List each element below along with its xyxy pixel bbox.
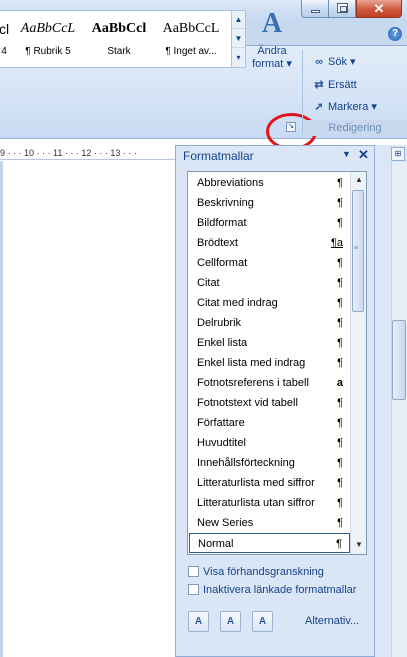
paragraph-mark-icon: ¶ — [337, 397, 343, 409]
style-item-delrubrik[interactable]: Delrubrik ¶ — [189, 313, 350, 333]
gallery-scroller: ▲ ▼ ▾ — [231, 10, 246, 68]
replace-button[interactable]: ⇄ Ersätt — [310, 78, 356, 96]
style-item-beskrivning[interactable]: Beskrivning ¶ — [189, 193, 350, 213]
paragraph-mark-icon: ¶ — [337, 297, 343, 309]
paragraph-mark-icon: ¶ — [337, 497, 343, 509]
show-preview-checkbox[interactable]: Visa förhandsgranskning — [188, 566, 324, 578]
new-style-icon: A — [194, 616, 203, 627]
quick-style-partial[interactable]: cl 4 — [0, 15, 11, 65]
scroll-up-button[interactable]: ▲ — [352, 173, 366, 187]
quick-style-rubrik-5[interactable]: AaBbCcL ¶ Rubrik 5 — [15, 15, 81, 65]
style-item-enkel-lista[interactable]: Enkel lista ¶ — [189, 333, 350, 353]
close-icon: ✕ — [373, 1, 385, 16]
paragraph-mark-icon: ¶ — [337, 257, 343, 269]
styles-pane-title: Formatmallar — [183, 149, 254, 163]
gallery-more-button[interactable]: ▾ — [232, 49, 245, 67]
pane-menu-icon[interactable]: ▼ — [342, 149, 351, 159]
quick-style-sample: cl — [0, 21, 10, 37]
paragraph-mark-icon: ¶ — [337, 217, 343, 229]
maximize-button[interactable] — [329, 0, 356, 18]
select-button[interactable]: ➚ Markera ▾ — [310, 100, 377, 118]
document-page[interactable] — [0, 161, 174, 657]
style-list: Abbreviations ¶ Beskrivning ¶ Bildformat ¶ … — [187, 171, 367, 555]
paragraph-mark-icon: ¶ — [337, 317, 343, 329]
paragraph-mark-icon: ¶ — [337, 517, 343, 529]
cursor-icon: ➚ — [314, 101, 324, 113]
scroll-down-button[interactable]: ▼ — [352, 538, 366, 552]
style-item-forfattare[interactable]: Författare ¶ — [189, 413, 350, 433]
character-style-icon: a — [336, 377, 343, 389]
restore-icon — [337, 3, 348, 13]
style-item-bildformat[interactable]: Bildformat ¶ — [189, 213, 350, 233]
checkbox[interactable] — [188, 566, 199, 577]
style-item-innehallsforteckning[interactable]: Innehållsförteckning ¶ — [189, 453, 350, 473]
binoculars-icon: ∞ — [315, 56, 323, 68]
style-item-enkel-lista-med-indrag[interactable]: Enkel lista med indrag ¶ — [189, 353, 350, 373]
scroll-grip-icon: ≡ — [354, 245, 359, 252]
minimize-button[interactable] — [301, 0, 329, 18]
quick-style-sample: AaBbCcl — [91, 21, 147, 36]
paragraph-mark-icon: ¶ — [337, 277, 343, 289]
view-ruler-icon[interactable]: ⊞ — [391, 147, 405, 161]
manage-styles-icon: A — [258, 616, 267, 627]
style-inspector-button[interactable]: A — [220, 611, 241, 632]
paragraph-mark-icon: ¶ — [337, 177, 343, 189]
gallery-up-button[interactable]: ▲ — [232, 11, 245, 29]
paragraph-mark-icon: ¶ — [337, 357, 343, 369]
style-item-citat[interactable]: Citat ¶ — [189, 273, 350, 293]
change-styles-icon: A — [261, 8, 283, 39]
quick-style-sample: AaBbCcL — [162, 21, 220, 36]
editing-group-label: Redigering — [303, 120, 407, 136]
quick-style-inget-avstand[interactable]: AaBbCcL ¶ Inget av... — [157, 15, 225, 65]
pane-close-icon[interactable]: ✕ — [358, 147, 369, 163]
style-item-fotnotsreferens[interactable]: Fotnotsreferens i tabell a — [189, 373, 350, 393]
paragraph-mark-icon: ¶ — [337, 197, 343, 209]
style-item-cellformat[interactable]: Cellformat ¶ — [189, 253, 350, 273]
style-item-fotnotstext[interactable]: Fotnotstext vid tabell ¶ — [189, 393, 350, 413]
change-styles-label: Ändra format ▾ — [252, 45, 292, 70]
style-item-citat-med-indrag[interactable]: Citat med indrag ¶ — [189, 293, 350, 313]
gallery-down-button[interactable]: ▼ — [232, 30, 245, 48]
style-item-abbreviations[interactable]: Abbreviations ¶ — [189, 173, 350, 193]
replace-icon: ⇄ — [314, 79, 324, 91]
style-item-new-series[interactable]: New Series ¶ — [189, 513, 350, 533]
checkbox[interactable] — [188, 584, 199, 595]
document-scroll-thumb[interactable] — [392, 320, 406, 400]
horizontal-ruler[interactable]: 9 · · · 10 · · · 11 · · · 12 · · · 13 · … — [0, 146, 181, 160]
help-icon[interactable]: ? — [388, 27, 402, 41]
style-item-litteraturlista-utan-siffror[interactable]: Litteraturlista utan siffror ¶ — [189, 493, 350, 513]
document-scrollbar[interactable] — [391, 162, 407, 657]
disable-linked-styles-checkbox[interactable]: Inaktivera länkade formatmallar — [188, 584, 356, 596]
paragraph-mark-icon: ¶ — [337, 337, 343, 349]
quick-style-sample: AaBbCcL — [20, 21, 76, 36]
style-item-normal[interactable]: Normal ¶ — [189, 533, 350, 553]
find-button[interactable]: ∞ Sök ▾ — [310, 55, 355, 73]
close-button[interactable]: ✕ — [356, 0, 402, 18]
paragraph-mark-icon: ¶ — [337, 457, 343, 469]
paragraph-mark-icon: ¶ — [337, 417, 343, 429]
style-item-litteraturlista-med-siffror[interactable]: Litteraturlista med siffror ¶ — [189, 473, 350, 493]
style-item-huvudtitel[interactable]: Huvudtitel ¶ — [189, 433, 350, 453]
quick-style-stark[interactable]: AaBbCcl Stark — [85, 15, 153, 65]
minimize-icon — [311, 10, 320, 13]
style-item-brodtext[interactable]: Brödtext ¶a — [189, 233, 350, 253]
paragraph-mark-icon: ¶ — [337, 477, 343, 489]
quick-style-label: ¶ Inget av... — [165, 46, 217, 57]
quick-styles-gallery: cl 4 AaBbCcL ¶ Rubrik 5 AaBbCcl Stark Aa… — [0, 10, 238, 68]
page-margin-strip — [0, 161, 3, 657]
paragraph-mark-icon: ¶ — [337, 437, 343, 449]
style-inspector-icon: A — [226, 616, 235, 627]
new-style-button[interactable]: A — [188, 611, 209, 632]
change-styles-button[interactable]: A Ändra format ▾ — [250, 10, 294, 74]
linked-style-icon: ¶a — [330, 237, 343, 249]
quick-style-label: 4 — [1, 46, 7, 57]
manage-styles-button[interactable]: A — [252, 611, 273, 632]
quick-style-label: ¶ Rubrik 5 — [25, 46, 71, 57]
options-link[interactable]: Alternativ... — [305, 615, 359, 627]
quick-style-label: Stark — [107, 46, 131, 57]
paragraph-mark-icon: ¶ — [336, 538, 342, 550]
